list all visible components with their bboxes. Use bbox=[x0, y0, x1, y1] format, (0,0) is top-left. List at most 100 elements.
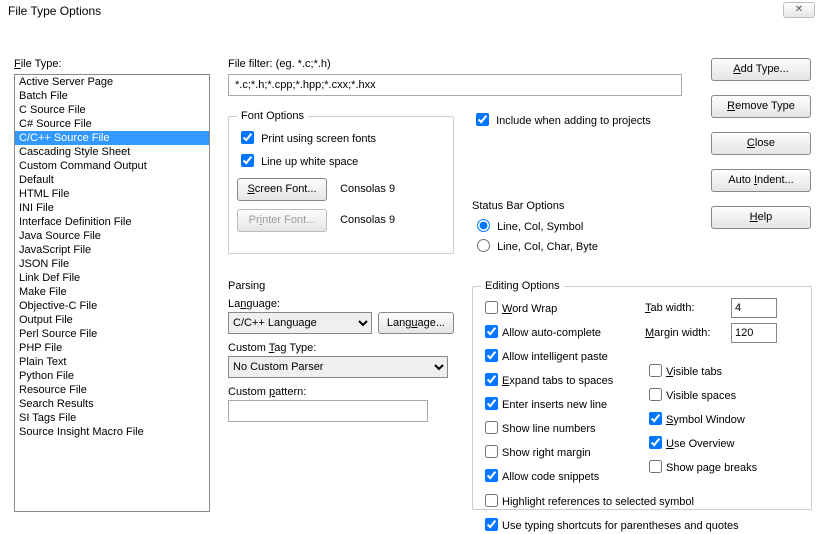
edit-left-2-checkbox[interactable] bbox=[485, 349, 498, 362]
help-button[interactable]: Help bbox=[711, 206, 811, 229]
file-type-item[interactable]: Link Def File bbox=[15, 271, 209, 285]
edit-full-0-row: Highlight references to selected symbol bbox=[481, 491, 803, 510]
close-icon[interactable]: ✕ bbox=[783, 2, 815, 18]
tab-width-label: Tab width: bbox=[645, 302, 725, 314]
status-opt1-radio[interactable] bbox=[477, 219, 490, 232]
margin-width-row: Margin width: bbox=[645, 323, 803, 343]
custom-tag-label: Custom Tag Type: bbox=[228, 342, 454, 354]
editing-options-group: Editing Options Word WrapAllow auto-comp… bbox=[472, 280, 812, 510]
file-type-item[interactable]: Default bbox=[15, 173, 209, 187]
file-type-item[interactable]: Python File bbox=[15, 369, 209, 383]
edit-right-0-row: Visible tabs bbox=[645, 361, 803, 380]
auto-indent-button[interactable]: Auto Indent... bbox=[711, 169, 811, 192]
file-type-item[interactable]: Interface Definition File bbox=[15, 215, 209, 229]
file-type-item[interactable]: JSON File bbox=[15, 257, 209, 271]
file-type-item[interactable]: Java Source File bbox=[15, 229, 209, 243]
remove-type-button[interactable]: Remove Type bbox=[711, 95, 811, 118]
edit-left-7-row: Allow code snippets bbox=[481, 466, 631, 485]
custom-pattern-label: Custom pattern: bbox=[228, 386, 454, 398]
editing-full-rows: Highlight references to selected symbol U… bbox=[481, 491, 803, 534]
edit-left-5-checkbox[interactable] bbox=[485, 421, 498, 434]
edit-full-0-checkbox[interactable] bbox=[485, 494, 498, 507]
file-type-item[interactable]: Active Server Page bbox=[15, 75, 209, 89]
lineup-whitespace-checkbox[interactable] bbox=[241, 154, 254, 167]
printer-font-value: Consolas 9 bbox=[340, 214, 395, 226]
edit-left-5-label: Show line numbers bbox=[502, 423, 596, 435]
file-type-item[interactable]: Make File bbox=[15, 285, 209, 299]
file-type-item[interactable]: Perl Source File bbox=[15, 327, 209, 341]
file-filter-input[interactable] bbox=[228, 74, 682, 96]
editing-options-legend: Editing Options bbox=[481, 280, 564, 292]
edit-right-2-label: Symbol Window bbox=[666, 414, 745, 426]
edit-right-1-label: Visible spaces bbox=[666, 390, 736, 402]
include-projects-label: Include when adding to projects bbox=[496, 115, 651, 127]
dialog-body: File Type: Active Server PageBatch FileC… bbox=[0, 22, 825, 34]
parsing-group: Parsing Language: C/C++ Language Languag… bbox=[228, 280, 454, 466]
edit-right-2-checkbox[interactable] bbox=[649, 412, 662, 425]
file-type-item[interactable]: C Source File bbox=[15, 103, 209, 117]
edit-right-3-checkbox[interactable] bbox=[649, 436, 662, 449]
file-type-item[interactable]: Search Results bbox=[15, 397, 209, 411]
edit-left-1-checkbox[interactable] bbox=[485, 325, 498, 338]
edit-right-4-checkbox[interactable] bbox=[649, 460, 662, 473]
edit-left-4-checkbox[interactable] bbox=[485, 397, 498, 410]
edit-left-2-row: Allow intelligent paste bbox=[481, 346, 631, 365]
tab-width-row: Tab width: bbox=[645, 298, 803, 318]
status-bar-group: Status Bar Options Line, Col, Symbol Lin… bbox=[472, 200, 682, 260]
edit-left-4-label: Enter inserts new line bbox=[502, 399, 607, 411]
edit-left-3-label: Expand tabs to spaces bbox=[502, 375, 613, 387]
file-type-item[interactable]: Plain Text bbox=[15, 355, 209, 369]
file-type-item[interactable]: PHP File bbox=[15, 341, 209, 355]
edit-left-2-label: Allow intelligent paste bbox=[502, 351, 608, 363]
edit-right-1-checkbox[interactable] bbox=[649, 388, 662, 401]
margin-width-label: Margin width: bbox=[645, 327, 725, 339]
screen-font-row: Screen Font... Consolas 9 bbox=[237, 178, 445, 201]
custom-tag-select[interactable]: No Custom Parser bbox=[228, 356, 448, 378]
edit-right-2-row: Symbol Window bbox=[645, 409, 803, 428]
tab-width-input[interactable] bbox=[731, 298, 777, 318]
include-projects-checkbox[interactable] bbox=[476, 113, 489, 126]
edit-full-0-label: Highlight references to selected symbol bbox=[502, 496, 694, 508]
edit-left-0-row: Word Wrap bbox=[481, 298, 631, 317]
edit-left-3-checkbox[interactable] bbox=[485, 373, 498, 386]
language-select[interactable]: C/C++ Language bbox=[228, 312, 372, 334]
edit-left-3-row: Expand tabs to spaces bbox=[481, 370, 631, 389]
edit-left-5-row: Show line numbers bbox=[481, 418, 631, 437]
file-type-item[interactable]: SI Tags File bbox=[15, 411, 209, 425]
edit-right-0-checkbox[interactable] bbox=[649, 364, 662, 377]
status-bar-title: Status Bar Options bbox=[472, 200, 682, 212]
close-button[interactable]: Close bbox=[711, 132, 811, 155]
file-type-item[interactable]: Output File bbox=[15, 313, 209, 327]
file-type-item[interactable]: Source Insight Macro File bbox=[15, 425, 209, 439]
file-type-item[interactable]: HTML File bbox=[15, 187, 209, 201]
custom-pattern-input[interactable] bbox=[228, 400, 428, 422]
font-options-legend: Font Options bbox=[237, 110, 308, 122]
file-type-item[interactable]: Resource File bbox=[15, 383, 209, 397]
file-type-item[interactable]: Batch File bbox=[15, 89, 209, 103]
file-type-item[interactable]: C# Source File bbox=[15, 117, 209, 131]
edit-left-4-row: Enter inserts new line bbox=[481, 394, 631, 413]
margin-width-input[interactable] bbox=[731, 323, 777, 343]
edit-right-4-row: Show page breaks bbox=[645, 457, 803, 476]
edit-left-7-checkbox[interactable] bbox=[485, 469, 498, 482]
edit-left-0-checkbox[interactable] bbox=[485, 301, 498, 314]
print-screen-fonts-checkbox[interactable] bbox=[241, 131, 254, 144]
edit-left-6-checkbox[interactable] bbox=[485, 445, 498, 458]
file-type-list[interactable]: Active Server PageBatch FileC Source Fil… bbox=[14, 74, 210, 512]
file-type-item[interactable]: Objective-C File bbox=[15, 299, 209, 313]
edit-full-1-row: Use typing shortcuts for parentheses and… bbox=[481, 515, 803, 534]
screen-font-button[interactable]: Screen Font... bbox=[237, 178, 327, 201]
language-button[interactable]: Language... bbox=[378, 312, 454, 334]
editing-right-checks: Visible tabsVisible spacesSymbol WindowU… bbox=[645, 361, 803, 476]
file-type-item[interactable]: INI File bbox=[15, 201, 209, 215]
file-type-item[interactable]: Custom Command Output bbox=[15, 159, 209, 173]
file-type-item[interactable]: C/C++ Source File bbox=[15, 131, 209, 145]
status-opt2-radio[interactable] bbox=[477, 239, 490, 252]
file-type-item[interactable]: JavaScript File bbox=[15, 243, 209, 257]
printer-font-button: Printer Font... bbox=[237, 209, 327, 232]
editing-left-column: Word WrapAllow auto-completeAllow intell… bbox=[481, 298, 631, 485]
lineup-whitespace-label: Line up white space bbox=[261, 156, 358, 168]
add-type-button[interactable]: Add Type... bbox=[711, 58, 811, 81]
edit-full-1-checkbox[interactable] bbox=[485, 518, 498, 531]
file-type-item[interactable]: Cascading Style Sheet bbox=[15, 145, 209, 159]
